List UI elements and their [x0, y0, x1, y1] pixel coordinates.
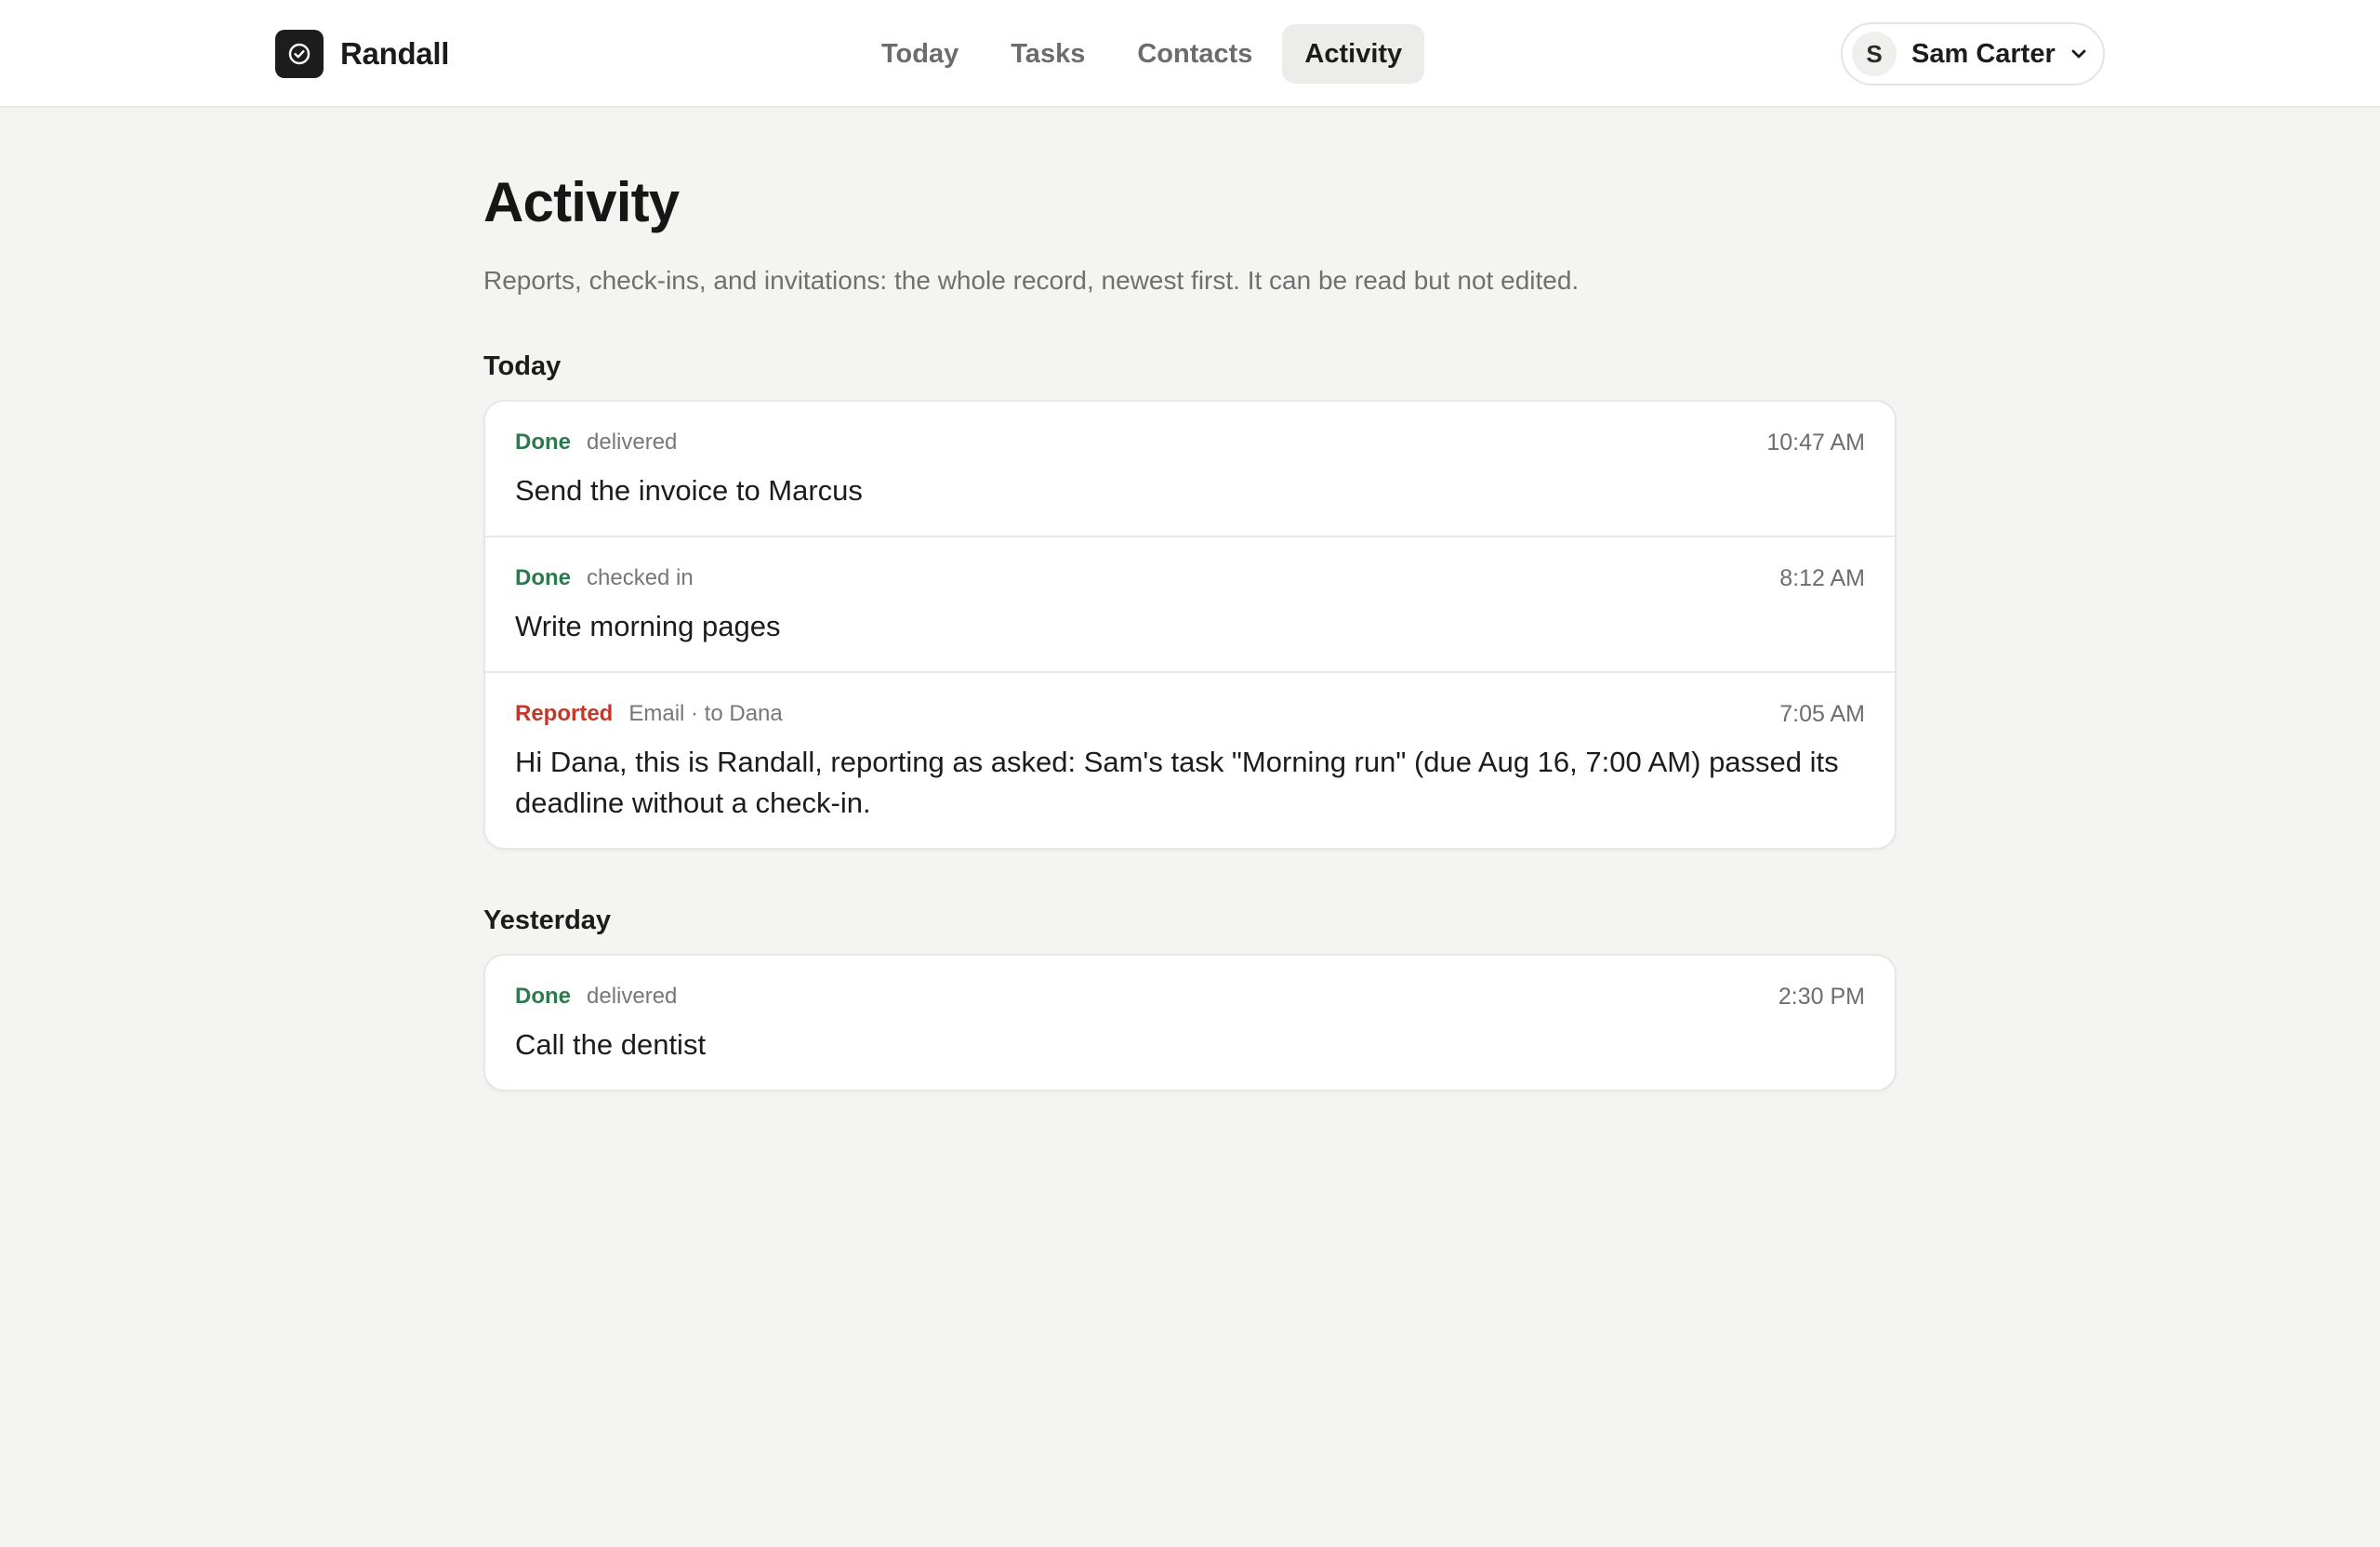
entry-meta: Done checked in — [515, 562, 1865, 595]
activity-card-yesterday: Done delivered 2:30 PM Call the dentist — [483, 954, 1897, 1091]
main-nav: Today Tasks Contacts Activity — [859, 24, 1432, 84]
entry-text: Write morning pages — [515, 610, 781, 642]
entry-kind: Email · to Dana — [628, 701, 783, 726]
user-menu-button[interactable]: S Sam Carter — [1841, 22, 2105, 86]
nav-activity[interactable]: Activity — [1282, 24, 1425, 84]
entry-kind: delivered — [587, 430, 678, 455]
activity-entry: Done delivered 10:47 AM Send the invoice… — [485, 402, 1895, 537]
status-badge: Done — [515, 565, 571, 590]
section-heading-today: Today — [483, 351, 562, 381]
entry-meta: Done delivered — [515, 980, 1865, 1013]
entry-text: Call the dentist — [515, 1028, 707, 1061]
entry-time: 7:05 AM — [1779, 701, 1865, 727]
entry-time: 2:30 PM — [1778, 984, 1865, 1010]
status-badge: Done — [515, 430, 571, 455]
activity-entry: Done checked in 8:12 AM Write morning pa… — [485, 537, 1895, 673]
top-bar: Randall Today Tasks Contacts Activity S … — [0, 0, 2380, 108]
entry-kind: delivered — [587, 984, 678, 1009]
main-content: Activity Reports, check-ins, and invitat… — [483, 149, 1897, 1091]
nav-today[interactable]: Today — [859, 24, 981, 84]
check-circle-icon — [275, 30, 324, 78]
entry-kind: checked in — [587, 565, 694, 590]
activity-entry: Done delivered 2:30 PM Call the dentist — [485, 956, 1895, 1090]
status-badge: Reported — [515, 701, 614, 726]
status-badge: Done — [515, 984, 571, 1009]
section-heading-yesterday: Yesterday — [483, 906, 612, 935]
activity-card-today: Done delivered 10:47 AM Send the invoice… — [483, 400, 1897, 850]
page-title: Activity — [483, 171, 680, 233]
entry-text: Send the invoice to Marcus — [515, 474, 863, 507]
entry-time: 8:12 AM — [1779, 565, 1865, 591]
brand-name: Randall — [340, 36, 450, 71]
entry-meta: Reported Email · to Dana — [515, 697, 1865, 731]
avatar: S — [1852, 32, 1897, 76]
page-subtitle: Reports, check-ins, and invitations: the… — [483, 266, 1580, 295]
nav-contacts[interactable]: Contacts — [1115, 24, 1275, 84]
nav-tasks[interactable]: Tasks — [988, 24, 1107, 84]
chevron-down-icon — [2069, 44, 2089, 64]
brand[interactable]: Randall — [275, 30, 449, 78]
user-name: Sam Carter — [1911, 38, 2056, 69]
entry-time: 10:47 AM — [1766, 430, 1865, 456]
entry-meta: Done delivered — [515, 426, 1865, 459]
activity-entry: Reported Email · to Dana 7:05 AM Hi Dana… — [485, 673, 1895, 848]
entry-text: Hi Dana, this is Randall, reporting as a… — [515, 746, 1839, 819]
